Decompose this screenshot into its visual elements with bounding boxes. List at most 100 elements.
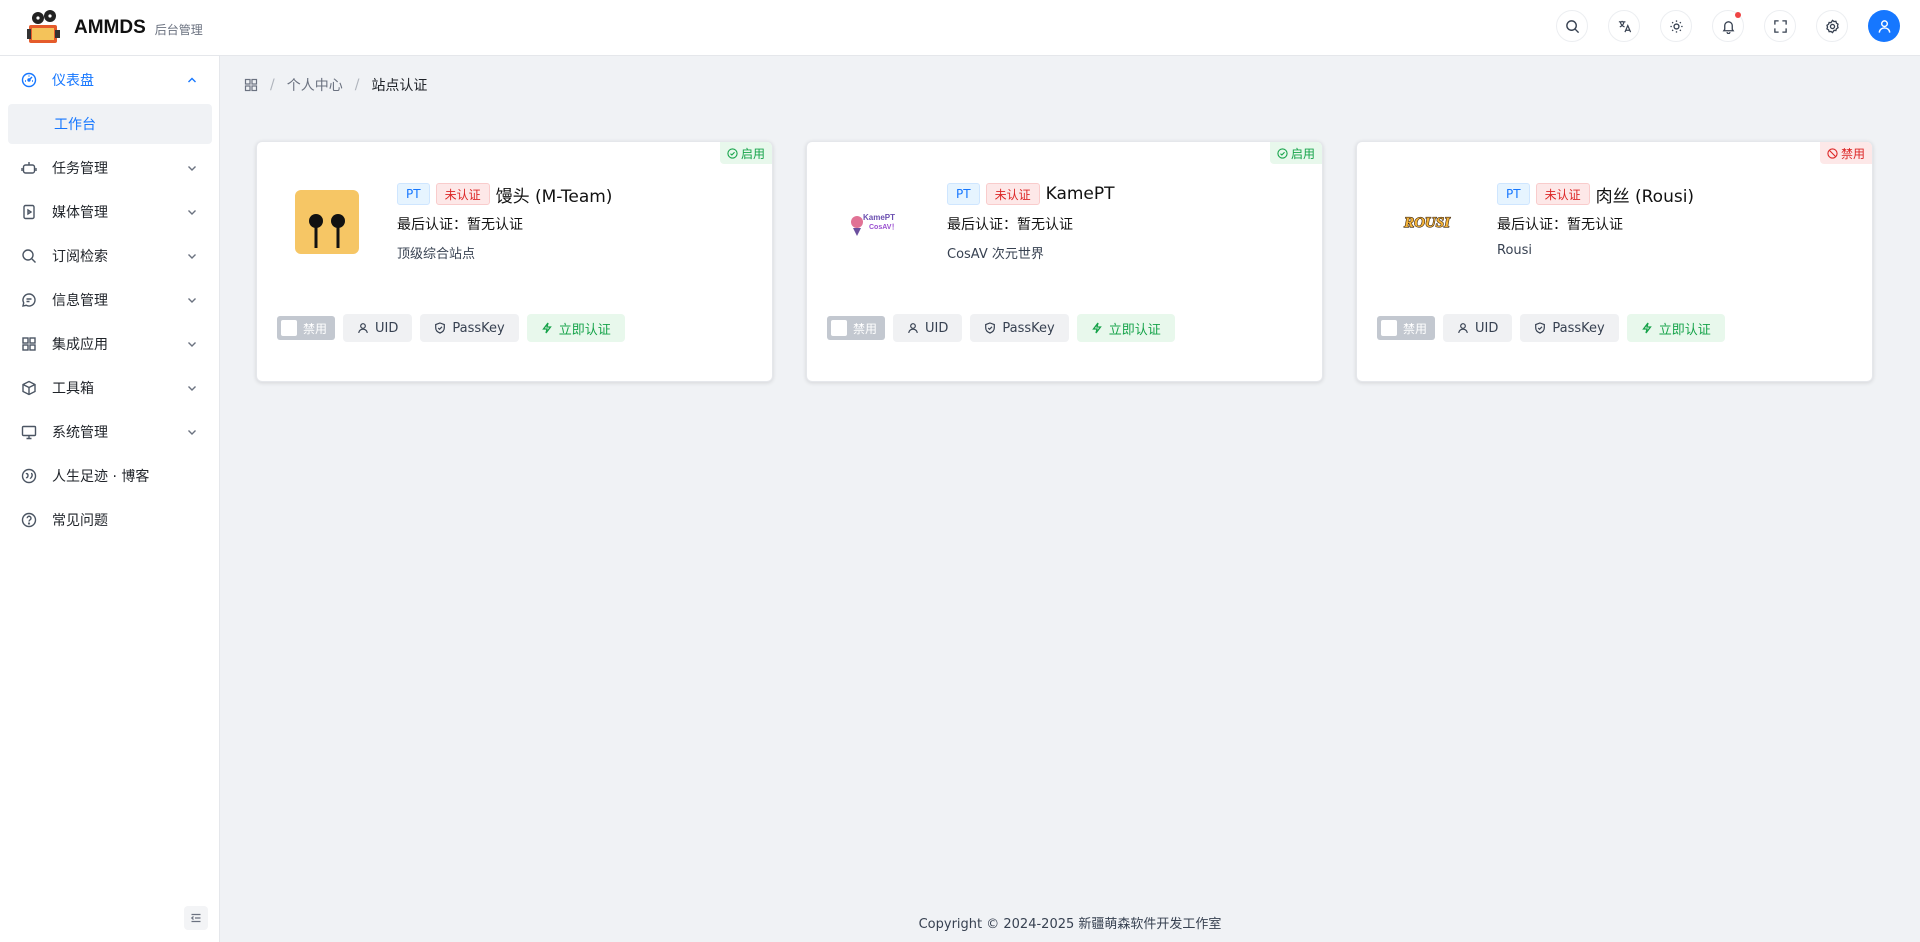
lightning-icon	[1641, 322, 1652, 334]
breadcrumb-item-profile[interactable]: 个人中心	[287, 75, 343, 95]
site-card: 禁用 ROUSI PT 未认证 肉丝 (Rousi) 最后认证： 暂无认证 Ro…	[1356, 141, 1873, 382]
site-card: 启用 PT 未认证 馒头 (M-Team) 最后认证： 暂无认证 顶级综合站点 …	[256, 141, 773, 382]
home-grid-icon[interactable]	[244, 78, 258, 92]
sidebar-item-label: 媒体管理	[52, 205, 108, 221]
search-button[interactable]	[1556, 10, 1588, 42]
uid-button[interactable]: UID	[343, 314, 413, 342]
sidebar-item-label: 任务管理	[52, 161, 108, 177]
theme-toggle-button[interactable]	[1660, 10, 1692, 42]
uid-button[interactable]: UID	[893, 314, 963, 342]
rousi-logo-text: ROUSI	[1403, 215, 1451, 231]
header-actions	[1536, 10, 1900, 42]
enable-switch[interactable]: 禁用	[827, 316, 885, 340]
search-icon	[1565, 19, 1579, 33]
sidebar-item-label: 仪表盘	[52, 73, 94, 89]
card-actions: 禁用 UID PassKey 立即认证	[1377, 314, 1733, 342]
site-name: 馒头 (M-Team)	[495, 186, 613, 207]
sidebar-item-media[interactable]: 媒体管理	[8, 192, 212, 232]
sidebar: 仪表盘 工作台 任务管理 媒体管理 订阅检索 信息管理 集成应用 工具箱 系统管…	[0, 56, 220, 942]
sidebar-subitem-workbench[interactable]: 工作台	[8, 104, 212, 144]
sidebar-collapse-button[interactable]	[184, 906, 208, 930]
help-icon	[21, 512, 37, 528]
status-badge: 禁用	[1819, 142, 1872, 164]
sidebar-item-faq[interactable]: 常见问题	[8, 500, 212, 540]
sidebar-item-subscription[interactable]: 订阅检索	[8, 236, 212, 276]
box-icon	[21, 380, 37, 396]
authenticate-button[interactable]: 立即认证	[1626, 314, 1725, 342]
switch-knob	[281, 320, 297, 336]
chevron-down-icon	[186, 250, 198, 262]
last-auth-value: 暂无认证	[1017, 217, 1073, 233]
settings-button[interactable]	[1816, 10, 1848, 42]
notification-dot	[1735, 12, 1741, 18]
enable-switch[interactable]: 禁用	[277, 316, 335, 340]
robot-icon	[21, 160, 37, 176]
type-tag: PT	[947, 183, 980, 205]
passkey-label: PassKey	[1002, 320, 1055, 336]
fullscreen-button[interactable]	[1764, 10, 1796, 42]
sidebar-item-info[interactable]: 信息管理	[8, 280, 212, 320]
sidebar-item-dashboard[interactable]: 仪表盘	[8, 60, 212, 100]
authenticate-label: 立即认证	[558, 322, 611, 338]
sidebar-item-system[interactable]: 系统管理	[8, 412, 212, 452]
translate-icon	[1618, 20, 1631, 32]
kamept-logo: KamePT CosAV！	[845, 190, 909, 254]
check-circle-icon	[727, 147, 738, 159]
film-reel-logo-icon	[27, 9, 60, 43]
sidebar-item-blog[interactable]: 人生足迹 · 博客	[8, 456, 212, 496]
user-icon	[358, 323, 368, 334]
ban-icon	[1827, 147, 1838, 159]
fullscreen-icon	[1773, 19, 1787, 33]
authenticate-button[interactable]: 立即认证	[1076, 314, 1175, 342]
passkey-button[interactable]: PassKey	[970, 314, 1069, 342]
enable-switch[interactable]: 禁用	[1377, 316, 1435, 340]
authenticate-label: 立即认证	[1658, 322, 1711, 338]
app-logo-group[interactable]: AMMDS 后台管理	[24, 9, 203, 47]
uid-button[interactable]: UID	[1443, 314, 1513, 342]
monitor-icon	[21, 424, 37, 440]
auth-status-tag: 未认证	[435, 183, 490, 205]
sidebar-item-label: 系统管理	[52, 425, 108, 441]
language-button[interactable]	[1608, 10, 1640, 42]
uid-label: UID	[1475, 320, 1499, 336]
sidebar-item-toolbox[interactable]: 工具箱	[8, 368, 212, 408]
apps-icon	[21, 336, 37, 352]
sidebar-item-tasks[interactable]: 任务管理	[8, 148, 212, 188]
passkey-button[interactable]: PassKey	[420, 314, 519, 342]
status-text: 启用	[1290, 146, 1315, 161]
switch-label: 禁用	[1403, 321, 1428, 336]
sidebar-subitem-label: 工作台	[54, 117, 96, 133]
user-icon	[908, 323, 918, 334]
app-subtitle: 后台管理	[154, 23, 203, 37]
search-icon	[21, 248, 37, 264]
bell-icon	[1722, 20, 1734, 34]
sidebar-item-label: 信息管理	[52, 293, 108, 309]
top-header: AMMDS 后台管理	[0, 0, 1920, 56]
shield-check-icon	[435, 322, 446, 334]
footprint-icon	[21, 468, 37, 484]
sidebar-item-apps[interactable]: 集成应用	[8, 324, 212, 364]
authenticate-button[interactable]: 立即认证	[526, 314, 625, 342]
last-auth-value: 暂无认证	[467, 217, 523, 233]
breadcrumb-separator: /	[270, 77, 275, 93]
site-description: CosAV 次元世界	[947, 247, 1044, 262]
chevron-down-icon	[186, 382, 198, 394]
switch-label: 禁用	[303, 321, 328, 336]
type-tag: PT	[397, 183, 430, 205]
user-icon	[1458, 323, 1468, 334]
chevron-down-icon	[186, 162, 198, 174]
site-info: PT 未认证 肉丝 (Rousi) 最后认证： 暂无认证 Rousi	[1497, 182, 1694, 258]
card-actions: 禁用 UID PassKey 立即认证	[827, 314, 1183, 342]
status-text: 启用	[740, 146, 765, 161]
sidebar-item-label: 人生足迹 · 博客	[52, 469, 150, 485]
user-avatar[interactable]	[1868, 10, 1900, 42]
collapse-menu-icon	[190, 913, 201, 923]
notifications-button[interactable]	[1712, 10, 1744, 42]
site-info: PT 未认证 KamePT 最后认证： 暂无认证 CosAV 次元世界	[947, 182, 1115, 262]
lightning-icon	[541, 322, 552, 334]
sidebar-item-label: 常见问题	[52, 513, 108, 529]
type-tag: PT	[1497, 183, 1530, 205]
passkey-button[interactable]: PassKey	[1520, 314, 1619, 342]
lightning-icon	[1091, 322, 1102, 334]
mteam-logo	[295, 190, 359, 254]
